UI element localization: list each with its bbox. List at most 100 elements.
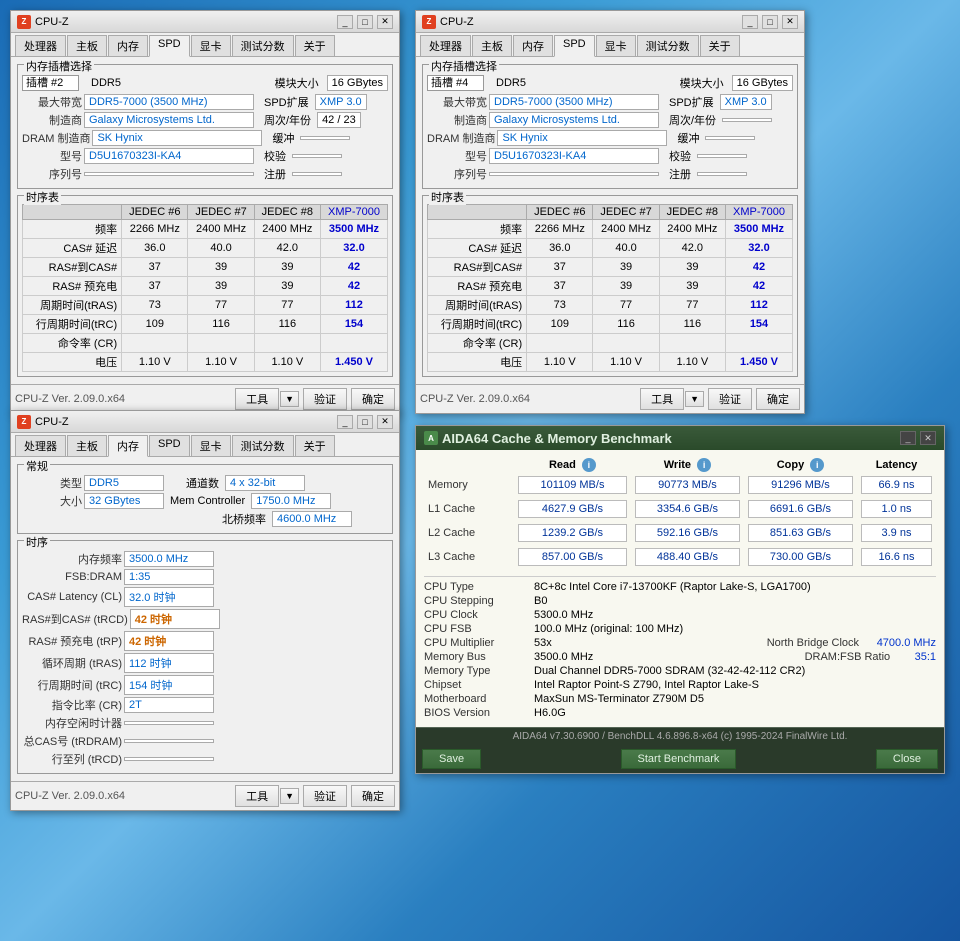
aida-copy-info-icon[interactable]: i <box>810 458 824 472</box>
aida-window: A AIDA64 Cache & Memory Benchmark _ ✕ Re… <box>415 425 945 774</box>
cpuz1-verify-label: 校验 <box>264 148 286 164</box>
aida-save-btn[interactable]: Save <box>422 749 481 769</box>
cpuz2-maximize[interactable]: □ <box>762 15 778 29</box>
cpuz2-tool-arrow[interactable]: ▼ <box>685 391 704 407</box>
cpuz3-rcd-val: 42 时钟 <box>130 609 220 629</box>
aida-info-row-8-value: MaxSun MS-Terminator Z790M D5 <box>534 693 704 705</box>
cpuz2-tab-about[interactable]: 关于 <box>700 35 740 56</box>
cpuz2-ver: CPU-Z Ver. 2.09.0.x64 <box>420 393 636 405</box>
cpuz2-timing-row-3-col-1: 39 <box>593 277 659 296</box>
cpuz2-timing-row-5-col-0: 109 <box>527 315 593 334</box>
cpuz1-close[interactable]: ✕ <box>377 15 393 29</box>
aida-bench-row-3-copy: 730.00 GB/s <box>748 548 853 566</box>
aida-icon: A <box>424 431 438 445</box>
cpuz3-titlebar: Z CPU-Z _ □ ✕ <box>11 411 399 433</box>
cpuz1-verify-btn[interactable]: 验证 <box>303 388 347 410</box>
cpuz2-tab-spd[interactable]: SPD <box>554 35 595 57</box>
aida-bench-row-1-copy: 6691.6 GB/s <box>748 500 853 518</box>
cpuz1-tab-board[interactable]: 主板 <box>67 35 107 56</box>
cpuz2-timing-row-4-col-1: 77 <box>593 296 659 315</box>
cpuz1-maximize[interactable]: □ <box>357 15 373 29</box>
cpuz3-ok-btn[interactable]: 确定 <box>351 785 395 807</box>
cpuz1-ok-btn[interactable]: 确定 <box>351 388 395 410</box>
cpuz1-timing-row-7-col-3: 1.450 V <box>320 353 387 372</box>
cpuz2-tab-cpu[interactable]: 处理器 <box>420 35 471 56</box>
cpuz2-slot-select[interactable]: 插槽 #4 <box>427 75 484 91</box>
cpuz1-timing-row-7-label: 电压 <box>23 353 122 372</box>
cpuz2-tool-btn[interactable]: 工具 <box>640 388 684 410</box>
cpuz3-tab-mem[interactable]: 内存 <box>108 435 148 457</box>
cpuz3-tool-btn[interactable]: 工具 <box>235 785 279 807</box>
cpuz2-close[interactable]: ✕ <box>782 15 798 29</box>
cpuz1-tab-about[interactable]: 关于 <box>295 35 335 56</box>
cpuz3-tab-gpu[interactable]: 显卡 <box>191 435 231 456</box>
cpuz2-modsize-label: 模块大小 <box>680 75 724 91</box>
aida-read-info-icon[interactable]: i <box>582 458 596 472</box>
cpuz3-tab-bench[interactable]: 测试分数 <box>232 435 294 456</box>
cpuz3-totalcas-val <box>124 739 214 743</box>
cpuz3-close[interactable]: ✕ <box>377 415 393 429</box>
cpuz1-minimize[interactable]: _ <box>337 15 353 29</box>
cpuz1-titlebar: Z CPU-Z _ □ ✕ <box>11 11 399 33</box>
cpuz2-check-val <box>705 136 755 140</box>
cpuz2-ok-btn[interactable]: 确定 <box>756 388 800 410</box>
cpuz1-th-xmp: XMP-7000 <box>320 205 387 220</box>
cpuz2-tab-mem[interactable]: 内存 <box>513 35 553 56</box>
cpuz-window-2: Z CPU-Z _ □ ✕ 处理器 主板 内存 SPD 显卡 测试分数 关于 内… <box>415 10 805 414</box>
cpuz3-tab-cpu[interactable]: 处理器 <box>15 435 66 456</box>
aida-status-bar: AIDA64 v7.30.6900 / BenchDLL 4.6.896.8-x… <box>416 727 944 745</box>
cpuz3-tab-about[interactable]: 关于 <box>295 435 335 456</box>
cpuz3-totalcas-label: 总CAS号 (tRDRAM) <box>22 733 122 749</box>
cpuz1-tab-mem[interactable]: 内存 <box>108 35 148 56</box>
cpuz2-tab-gpu[interactable]: 显卡 <box>596 35 636 56</box>
cpuz2-timing-label: 时序表 <box>429 189 466 205</box>
aida-col-latency: Latency <box>876 459 918 471</box>
cpuz2-model-val: D5U1670323I-KA4 <box>489 148 659 164</box>
cpuz1-tab-gpu[interactable]: 显卡 <box>191 35 231 56</box>
cpuz2-timing-row-4-label: 周期时间(tRAS) <box>428 296 527 315</box>
cpuz1-slot-select[interactable]: 插槽 #2 <box>22 75 79 91</box>
aida-close[interactable]: ✕ <box>920 431 936 445</box>
cpuz3-freq-val: 3500.0 MHz <box>124 551 214 567</box>
cpuz3-casidle-label: 内存空闲时计器 <box>22 715 122 731</box>
cpuz1-drammaker-val: SK Hynix <box>92 130 262 146</box>
aida-close-btn[interactable]: Close <box>876 749 938 769</box>
cpuz2-verify-btn[interactable]: 验证 <box>708 388 752 410</box>
cpuz2-timing-row-5-col-2: 116 <box>659 315 725 334</box>
cpuz1-tab-bench[interactable]: 测试分数 <box>232 35 294 56</box>
cpuz1-timing-label: 时序表 <box>24 189 61 205</box>
cpuz2-timing-row-6-col-3 <box>725 334 792 353</box>
cpuz3-row-label: 行至列 (tRCD) <box>22 751 122 767</box>
cpuz2-tab-board[interactable]: 主板 <box>472 35 512 56</box>
cpuz3-minimize[interactable]: _ <box>337 415 353 429</box>
cpuz1-tab-spd[interactable]: SPD <box>149 35 190 57</box>
cpuz1-timing-row-4-col-0: 73 <box>122 296 188 315</box>
cpuz1-maxbw-val: DDR5-7000 (3500 MHz) <box>84 94 254 110</box>
cpuz2-tab-bench[interactable]: 测试分数 <box>637 35 699 56</box>
cpuz2-minimize[interactable]: _ <box>742 15 758 29</box>
cpuz1-tool-btn[interactable]: 工具 <box>235 388 279 410</box>
cpuz2-ddr-label: DDR5 <box>496 77 526 89</box>
cpuz1-tool-arrow[interactable]: ▼ <box>280 391 299 407</box>
aida-info-row-2-value: 5300.0 MHz <box>534 609 593 621</box>
aida-start-btn[interactable]: Start Benchmark <box>621 749 737 769</box>
cpuz3-size-val: 32 GBytes <box>84 493 164 509</box>
aida-write-info-icon[interactable]: i <box>697 458 711 472</box>
aida-info-row-5-value: 3500.0 MHz <box>534 651 593 663</box>
cpuz3-verify-btn[interactable]: 验证 <box>303 785 347 807</box>
cpuz3-tabs: 处理器 主板 内存 SPD 显卡 测试分数 关于 <box>11 433 399 457</box>
cpuz3-tool-btn-group: 工具 ▼ <box>235 785 299 807</box>
cpuz3-maximize[interactable]: □ <box>357 415 373 429</box>
cpuz2-serial-val <box>489 172 659 176</box>
cpuz1-modsize-val: 16 GBytes <box>327 75 388 91</box>
cpuz3-tab-board[interactable]: 主板 <box>67 435 107 456</box>
aida-minimize[interactable]: _ <box>900 431 916 445</box>
cpuz2-timing-row-1-col-2: 42.0 <box>659 239 725 258</box>
cpuz3-tool-arrow[interactable]: ▼ <box>280 788 299 804</box>
cpuz1-timing-row-0-label: 频率 <box>23 220 122 239</box>
cpuz1-timing-row-2-col-3: 42 <box>320 258 387 277</box>
cpuz1-tab-cpu[interactable]: 处理器 <box>15 35 66 56</box>
cpuz3-freq-label: 内存频率 <box>22 551 122 567</box>
cpuz3-tab-spd[interactable]: SPD <box>149 435 190 456</box>
aida-info-row-8: MotherboardMaxSun MS-Terminator Z790M D5 <box>424 693 936 705</box>
